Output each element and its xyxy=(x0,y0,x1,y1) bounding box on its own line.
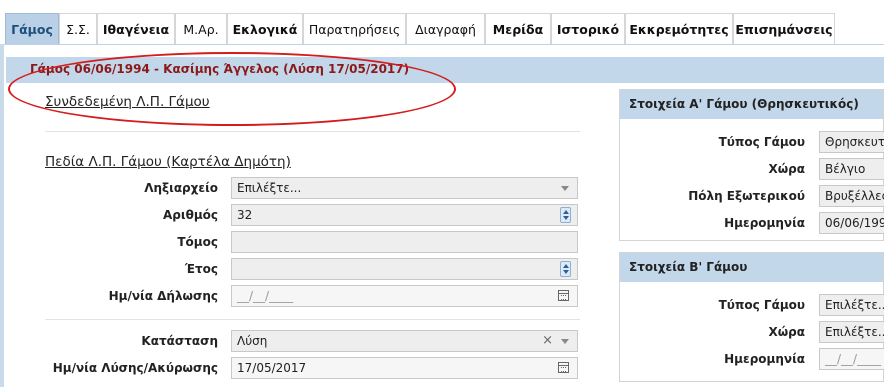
tab-pending[interactable]: Εκκρεμότητες xyxy=(625,13,733,44)
tab-history[interactable]: Ιστορικό xyxy=(551,13,625,44)
volume-input[interactable] xyxy=(231,231,578,253)
panel-b-date-input[interactable]: __/__/____ xyxy=(819,348,884,370)
divider xyxy=(45,319,580,320)
tab-ss[interactable]: Σ.Σ. xyxy=(59,13,97,44)
number-label: Αριθμός xyxy=(163,208,218,222)
calendar-icon[interactable] xyxy=(558,362,569,373)
panel-second-marriage: Στοιχεία Β' Γάμου Τύπος Γάμου Επιλέξτε..… xyxy=(619,252,884,382)
panel-b-header: Στοιχεία Β' Γάμου xyxy=(620,253,883,282)
status-label: Κατάσταση xyxy=(141,334,218,348)
tab-marriage[interactable]: Γάμος xyxy=(5,13,59,44)
registry-label: Ληξιαρχείο xyxy=(144,181,218,195)
panel-b-type-select[interactable]: Επιλέξτε... xyxy=(819,294,884,316)
panel-a-country-select[interactable]: Βέλγιο xyxy=(819,158,884,180)
registry-value: Επιλέξτε... xyxy=(237,181,302,195)
panel-first-marriage: Στοιχεία Α' Γάμου (Θρησκευτικός) Τύπος Γ… xyxy=(619,89,884,241)
number-value: 32 xyxy=(237,208,253,222)
status-value: Λύση xyxy=(237,334,268,348)
panel-b-country-select[interactable]: Επιλέξτε... xyxy=(819,321,884,343)
calendar-icon[interactable] xyxy=(558,290,569,301)
registry-select[interactable]: Επιλέξτε... xyxy=(231,177,578,199)
declaration-date-label: Ημ/νία Δήλωσης xyxy=(108,289,218,303)
clear-icon[interactable]: × xyxy=(542,331,553,351)
panel-b-country-label: Χώρα xyxy=(768,325,805,339)
status-select[interactable]: Λύση × xyxy=(231,330,578,352)
dissolution-date-value: 17/05/2017 xyxy=(237,361,307,375)
divider xyxy=(45,131,580,132)
panel-b-title: Στοιχεία Β' Γάμου xyxy=(629,260,748,274)
spinner-icon[interactable] xyxy=(560,207,571,223)
left-edge-bar xyxy=(0,44,4,387)
panel-a-type-select[interactable]: Θρησκευτ xyxy=(819,131,884,153)
panel-b-date-label: Ημερομηνία xyxy=(724,352,805,366)
fields-heading-link[interactable]: Πεδία Λ.Π. Γάμου (Καρτέλα Δημότη) xyxy=(45,154,291,170)
caret-down-icon xyxy=(561,339,569,344)
volume-label: Τόμος xyxy=(177,235,218,249)
year-label: Έτος xyxy=(184,262,218,276)
number-input[interactable]: 32 xyxy=(231,204,578,226)
banner-title: Γάμος 06/06/1994 - Κασίμης Άγγελος (Λύση… xyxy=(30,62,410,76)
panel-a-header: Στοιχεία Α' Γάμου (Θρησκευτικός) xyxy=(620,90,883,119)
dissolution-date-input[interactable]: 17/05/2017 xyxy=(231,357,578,379)
panel-a-city-label: Πόλη Εξωτερικού xyxy=(688,189,805,203)
panel-a-country-label: Χώρα xyxy=(768,162,805,176)
record-banner: Γάμος 06/06/1994 - Κασίμης Άγγελος (Λύση… xyxy=(6,57,884,83)
panel-b-type-label: Τύπος Γάμου xyxy=(718,298,805,312)
linked-marriage-link[interactable]: Συνδεδεμένη Λ.Π. Γάμου xyxy=(45,94,210,110)
tab-citizenship[interactable]: Ιθαγένεια xyxy=(97,13,175,44)
spinner-icon[interactable] xyxy=(560,261,571,277)
panel-a-date-input[interactable]: 06/06/1994 xyxy=(819,212,884,234)
caret-down-icon xyxy=(561,186,569,191)
tab-electoral[interactable]: Εκλογικά xyxy=(227,13,303,44)
tab-remarks[interactable]: Παρατηρήσεις xyxy=(303,13,406,44)
tab-mar[interactable]: Μ.Αρ. xyxy=(175,13,227,44)
tab-bar: Γάμος Σ.Σ. Ιθαγένεια Μ.Αρ. Εκλογικά Παρα… xyxy=(0,0,884,45)
declaration-date-value: __/__/____ xyxy=(237,289,294,303)
panel-a-type-label: Τύπος Γάμου xyxy=(718,135,805,149)
year-input[interactable] xyxy=(231,258,578,280)
dissolution-date-label: Ημ/νία Λύσης/Ακύρωσης xyxy=(52,361,218,375)
panel-a-city-select[interactable]: Βρυξέλλες xyxy=(819,185,884,207)
declaration-date-input[interactable]: __/__/____ xyxy=(231,285,578,307)
panel-a-title: Στοιχεία Α' Γάμου (Θρησκευτικός) xyxy=(629,97,859,111)
tab-meris[interactable]: Μερίδα xyxy=(485,13,551,44)
tab-notes[interactable]: Επισημάνσεις xyxy=(733,13,835,44)
tab-deletion[interactable]: Διαγραφή xyxy=(406,13,485,44)
panel-a-date-label: Ημερομηνία xyxy=(724,216,805,230)
